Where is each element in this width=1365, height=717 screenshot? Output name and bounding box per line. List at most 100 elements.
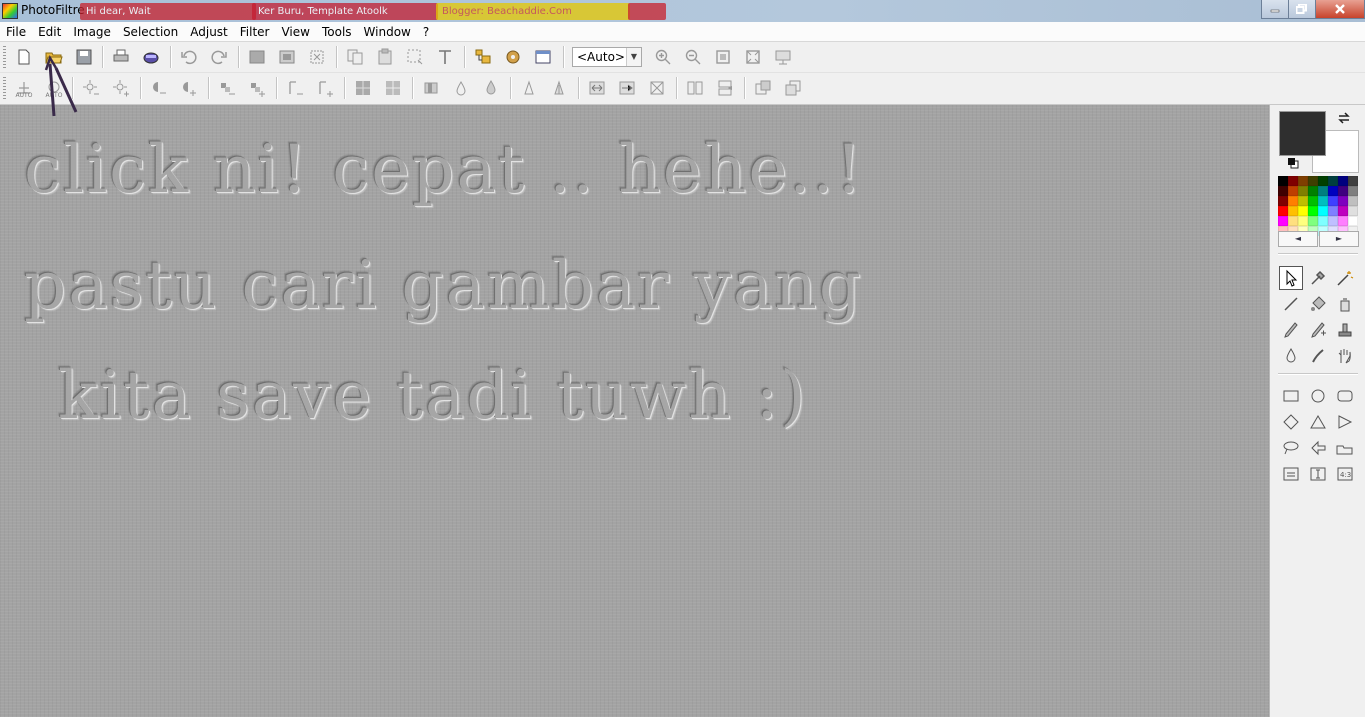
gamma-minus-button[interactable] [285,78,305,98]
palette-swatch[interactable] [1338,176,1348,186]
plugins-button[interactable] [503,47,523,67]
palette-swatch[interactable] [1288,176,1298,186]
auto-levels-button[interactable]: AUTO [14,78,34,99]
tool-spray[interactable] [1333,292,1357,316]
tool-blur[interactable] [1279,344,1303,368]
palette-swatch[interactable] [1338,196,1348,206]
brightness-minus-button[interactable] [81,78,101,98]
menu-file[interactable]: File [0,25,32,39]
contrast-minus-button[interactable] [149,78,169,98]
toolbar-grip[interactable] [3,77,6,99]
palette-swatch[interactable] [1308,206,1318,216]
save-button[interactable] [74,47,94,67]
menu-tools[interactable]: Tools [316,25,358,39]
transform-button[interactable] [753,78,773,98]
brightness-plus-button[interactable] [111,78,131,98]
grayscale-button[interactable] [353,78,373,98]
sharpen-button[interactable] [519,78,539,98]
palette-swatch[interactable] [1318,186,1328,196]
auto-crop-button[interactable] [307,47,327,67]
tool-magic-wand[interactable] [1333,266,1357,290]
tool-brush[interactable] [1279,318,1303,342]
explorer-button[interactable] [473,47,493,67]
shape-open-selection[interactable] [1333,436,1357,460]
tool-hand[interactable] [1333,344,1357,368]
mirror-button[interactable] [685,78,705,98]
select-all-button[interactable] [405,47,425,67]
print-button[interactable] [111,47,131,67]
palette-prev-button[interactable]: ◄ [1278,231,1318,247]
tool-clone-stamp[interactable] [1333,318,1357,342]
palette-swatch[interactable] [1298,196,1308,206]
copy-button[interactable] [345,47,365,67]
palette-swatch[interactable] [1308,216,1318,226]
image-canvas[interactable]: click ni! cepat .. hehe..! pastu cari ga… [0,105,1269,717]
palette-swatch[interactable] [1308,196,1318,206]
new-file-button[interactable] [14,47,34,67]
sepia-button[interactable] [383,78,403,98]
palette-swatch[interactable] [1308,176,1318,186]
palette-swatch[interactable] [1278,206,1288,216]
image-size-button[interactable] [247,47,267,67]
mirror-vertical-button[interactable] [715,78,735,98]
palette-swatch[interactable] [1298,186,1308,196]
zoom-in-button[interactable] [653,47,673,67]
palette-swatch[interactable] [1278,196,1288,206]
shape-rounded-rectangle[interactable] [1333,384,1357,408]
palette-swatch[interactable] [1288,216,1298,226]
palette-swatch[interactable] [1308,186,1318,196]
swap-colors-icon[interactable] [1336,110,1352,126]
menu-image[interactable]: Image [67,25,117,39]
paste-button[interactable] [375,47,395,67]
selection-mode-3[interactable]: 4:3 [1333,462,1357,486]
tool-smudge[interactable] [1306,344,1330,368]
palette-swatch[interactable] [1278,176,1288,186]
palette-swatch[interactable] [1298,216,1308,226]
foreground-color-swatch[interactable] [1279,111,1326,156]
selection-mode-1[interactable] [1279,462,1303,486]
close-button[interactable] [1315,0,1365,19]
rotate-button[interactable] [647,78,667,98]
menu-view[interactable]: View [275,25,315,39]
full-screen-button[interactable] [773,47,793,67]
minimize-button[interactable] [1261,0,1289,19]
shape-polygon[interactable] [1306,436,1330,460]
palette-swatch[interactable] [1278,216,1288,226]
zoom-select[interactable]: <Auto> ▼ [572,47,642,67]
palette-swatch[interactable] [1288,186,1298,196]
blur-button[interactable] [421,78,441,98]
palette-swatch[interactable] [1298,176,1308,186]
fit-window-button[interactable] [743,47,763,67]
selection-mode-2[interactable] [1306,462,1330,486]
palette-next-button[interactable]: ► [1319,231,1359,247]
palette-swatch[interactable] [1288,206,1298,216]
tool-fill[interactable] [1306,292,1330,316]
palette-swatch[interactable] [1328,196,1338,206]
flip-horizontal-button[interactable] [587,78,607,98]
canvas-size-button[interactable] [277,47,297,67]
restore-button[interactable] [1288,0,1316,19]
menu-edit[interactable]: Edit [32,25,67,39]
palette-swatch[interactable] [1338,206,1348,216]
saturation-minus-button[interactable] [217,78,237,98]
palette-swatch[interactable] [1348,186,1358,196]
shape-rectangle[interactable] [1279,384,1303,408]
open-file-button[interactable] [44,47,64,67]
palette-swatch[interactable] [1278,186,1288,196]
palette-swatch[interactable] [1328,206,1338,216]
palette-swatch[interactable] [1348,196,1358,206]
tool-advanced-brush[interactable] [1306,318,1330,342]
actual-size-button[interactable] [713,47,733,67]
menu-filter[interactable]: Filter [234,25,276,39]
gamma-plus-button[interactable] [315,78,335,98]
shape-diamond[interactable] [1279,410,1303,434]
undo-button[interactable] [179,47,199,67]
sharpen-more-button[interactable] [481,78,501,98]
reset-colors-icon[interactable] [1287,157,1299,169]
menu-window[interactable]: Window [358,25,417,39]
palette-swatch[interactable] [1288,196,1298,206]
palette-swatch[interactable] [1338,216,1348,226]
palette-swatch[interactable] [1318,176,1328,186]
shape-ellipse[interactable] [1306,384,1330,408]
palette-swatch[interactable] [1318,196,1328,206]
